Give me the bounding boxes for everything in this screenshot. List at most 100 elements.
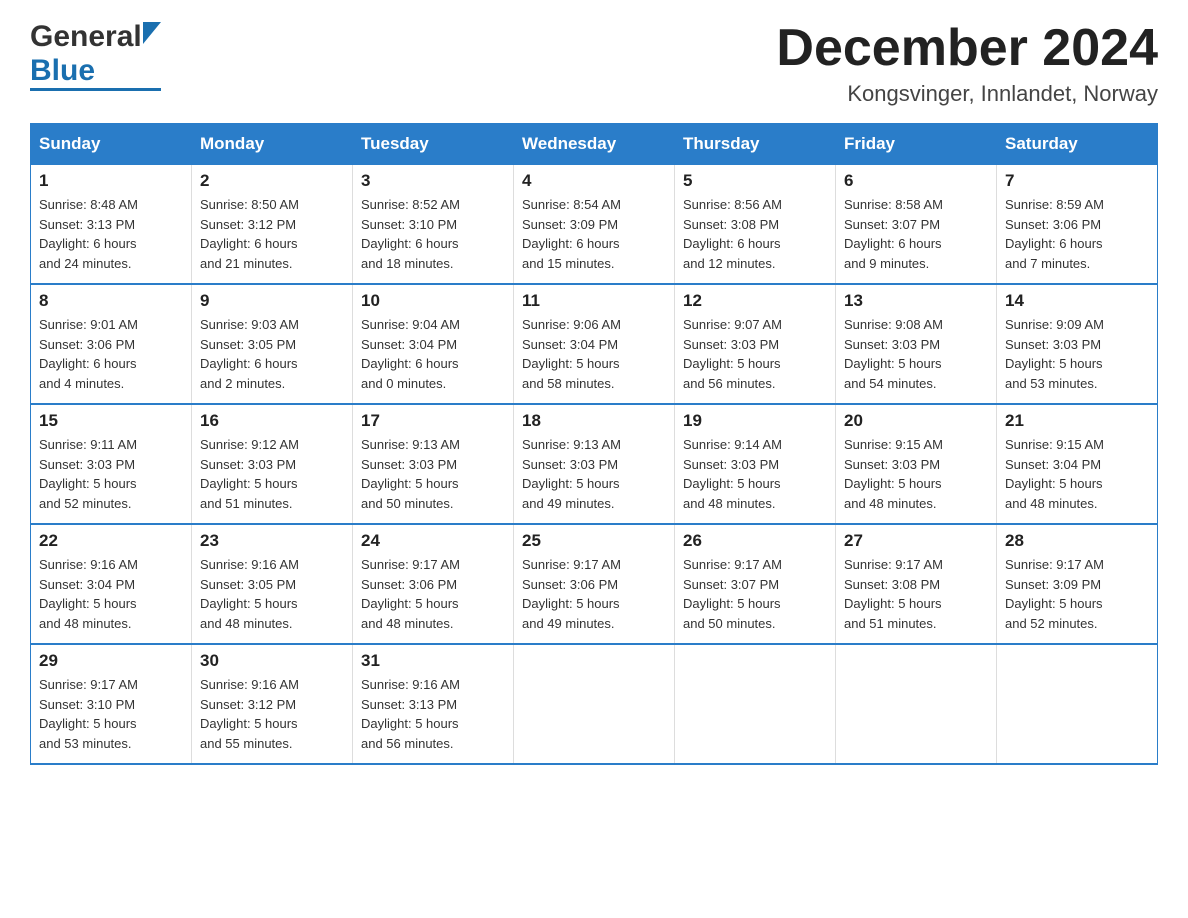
calendar-cell: 10 Sunrise: 9:04 AM Sunset: 3:04 PM Dayli…: [353, 284, 514, 404]
day-number: 4: [522, 171, 666, 191]
day-number: 30: [200, 651, 344, 671]
calendar-week-row: 15 Sunrise: 9:11 AM Sunset: 3:03 PM Dayli…: [31, 404, 1158, 524]
day-number: 21: [1005, 411, 1149, 431]
day-number: 24: [361, 531, 505, 551]
col-header-wednesday: Wednesday: [514, 124, 675, 165]
day-number: 17: [361, 411, 505, 431]
logo-underline: [30, 88, 161, 91]
calendar-cell: 17 Sunrise: 9:13 AM Sunset: 3:03 PM Dayli…: [353, 404, 514, 524]
day-info: Sunrise: 9:09 AM Sunset: 3:03 PM Dayligh…: [1005, 315, 1149, 393]
col-header-friday: Friday: [836, 124, 997, 165]
calendar-week-row: 8 Sunrise: 9:01 AM Sunset: 3:06 PM Daylig…: [31, 284, 1158, 404]
day-info: Sunrise: 9:15 AM Sunset: 3:04 PM Dayligh…: [1005, 435, 1149, 513]
day-info: Sunrise: 8:58 AM Sunset: 3:07 PM Dayligh…: [844, 195, 988, 273]
logo-triangle-icon: [143, 22, 161, 44]
day-info: Sunrise: 9:17 AM Sunset: 3:06 PM Dayligh…: [361, 555, 505, 633]
logo: General Blue: [30, 20, 161, 91]
day-number: 18: [522, 411, 666, 431]
calendar-header-row: SundayMondayTuesdayWednesdayThursdayFrid…: [31, 124, 1158, 165]
calendar-cell: 21 Sunrise: 9:15 AM Sunset: 3:04 PM Dayli…: [997, 404, 1158, 524]
calendar-cell: 19Sunrise: 9:14 AM Sunset: 3:03 PM Dayli…: [675, 404, 836, 524]
day-number: 26: [683, 531, 827, 551]
calendar-cell: 26 Sunrise: 9:17 AM Sunset: 3:07 PM Dayli…: [675, 524, 836, 644]
calendar-week-row: 29 Sunrise: 9:17 AM Sunset: 3:10 PM Dayli…: [31, 644, 1158, 764]
day-number: 29: [39, 651, 183, 671]
day-number: 28: [1005, 531, 1149, 551]
calendar-cell: [675, 644, 836, 764]
month-title: December 2024: [776, 20, 1158, 77]
calendar-week-row: 22 Sunrise: 9:16 AM Sunset: 3:04 PM Dayli…: [31, 524, 1158, 644]
day-info: Sunrise: 9:16 AM Sunset: 3:04 PM Dayligh…: [39, 555, 183, 633]
calendar-cell: 28 Sunrise: 9:17 AM Sunset: 3:09 PM Dayli…: [997, 524, 1158, 644]
day-number: 16: [200, 411, 344, 431]
day-number: 8: [39, 291, 183, 311]
calendar-cell: 11 Sunrise: 9:06 AM Sunset: 3:04 PM Dayli…: [514, 284, 675, 404]
calendar-cell: 31 Sunrise: 9:16 AM Sunset: 3:13 PM Dayli…: [353, 644, 514, 764]
day-number: 9: [200, 291, 344, 311]
day-number: 15: [39, 411, 183, 431]
calendar-cell: 5 Sunrise: 8:56 AM Sunset: 3:08 PM Daylig…: [675, 165, 836, 285]
day-info: Sunrise: 8:52 AM Sunset: 3:10 PM Dayligh…: [361, 195, 505, 273]
day-info: Sunrise: 9:16 AM Sunset: 3:05 PM Dayligh…: [200, 555, 344, 633]
day-info: Sunrise: 9:17 AM Sunset: 3:09 PM Dayligh…: [1005, 555, 1149, 633]
day-number: 11: [522, 291, 666, 311]
calendar-cell: 25Sunrise: 9:17 AM Sunset: 3:06 PM Dayli…: [514, 524, 675, 644]
day-info: Sunrise: 9:17 AM Sunset: 3:08 PM Dayligh…: [844, 555, 988, 633]
location-text: Kongsvinger, Innlandet, Norway: [776, 81, 1158, 107]
day-info: Sunrise: 9:12 AM Sunset: 3:03 PM Dayligh…: [200, 435, 344, 513]
day-info: Sunrise: 9:07 AM Sunset: 3:03 PM Dayligh…: [683, 315, 827, 393]
calendar-cell: 27 Sunrise: 9:17 AM Sunset: 3:08 PM Dayli…: [836, 524, 997, 644]
title-section: December 2024 Kongsvinger, Innlandet, No…: [776, 20, 1158, 107]
day-info: Sunrise: 9:04 AM Sunset: 3:04 PM Dayligh…: [361, 315, 505, 393]
day-info: Sunrise: 8:56 AM Sunset: 3:08 PM Dayligh…: [683, 195, 827, 273]
col-header-monday: Monday: [192, 124, 353, 165]
day-number: 14: [1005, 291, 1149, 311]
day-number: 6: [844, 171, 988, 191]
day-info: Sunrise: 9:13 AM Sunset: 3:03 PM Dayligh…: [361, 435, 505, 513]
col-header-saturday: Saturday: [997, 124, 1158, 165]
calendar-week-row: 1Sunrise: 8:48 AM Sunset: 3:13 PM Daylig…: [31, 165, 1158, 285]
day-number: 10: [361, 291, 505, 311]
logo-blue-text: Blue: [30, 54, 95, 88]
calendar-cell: [514, 644, 675, 764]
day-number: 22: [39, 531, 183, 551]
calendar-cell: 12Sunrise: 9:07 AM Sunset: 3:03 PM Dayli…: [675, 284, 836, 404]
calendar-cell: 18 Sunrise: 9:13 AM Sunset: 3:03 PM Dayli…: [514, 404, 675, 524]
calendar-cell: 13 Sunrise: 9:08 AM Sunset: 3:03 PM Dayli…: [836, 284, 997, 404]
day-info: Sunrise: 9:16 AM Sunset: 3:12 PM Dayligh…: [200, 675, 344, 753]
day-info: Sunrise: 9:08 AM Sunset: 3:03 PM Dayligh…: [844, 315, 988, 393]
day-info: Sunrise: 9:14 AM Sunset: 3:03 PM Dayligh…: [683, 435, 827, 513]
day-number: 3: [361, 171, 505, 191]
day-number: 20: [844, 411, 988, 431]
day-number: 2: [200, 171, 344, 191]
day-info: Sunrise: 9:01 AM Sunset: 3:06 PM Dayligh…: [39, 315, 183, 393]
day-info: Sunrise: 8:54 AM Sunset: 3:09 PM Dayligh…: [522, 195, 666, 273]
calendar-cell: 6 Sunrise: 8:58 AM Sunset: 3:07 PM Daylig…: [836, 165, 997, 285]
calendar-table: SundayMondayTuesdayWednesdayThursdayFrid…: [30, 123, 1158, 765]
calendar-cell: [997, 644, 1158, 764]
calendar-cell: 3 Sunrise: 8:52 AM Sunset: 3:10 PM Daylig…: [353, 165, 514, 285]
col-header-thursday: Thursday: [675, 124, 836, 165]
day-info: Sunrise: 9:17 AM Sunset: 3:07 PM Dayligh…: [683, 555, 827, 633]
calendar-cell: 16 Sunrise: 9:12 AM Sunset: 3:03 PM Dayli…: [192, 404, 353, 524]
day-info: Sunrise: 9:13 AM Sunset: 3:03 PM Dayligh…: [522, 435, 666, 513]
day-number: 13: [844, 291, 988, 311]
col-header-tuesday: Tuesday: [353, 124, 514, 165]
day-number: 7: [1005, 171, 1149, 191]
day-info: Sunrise: 9:03 AM Sunset: 3:05 PM Dayligh…: [200, 315, 344, 393]
calendar-cell: 23 Sunrise: 9:16 AM Sunset: 3:05 PM Dayli…: [192, 524, 353, 644]
day-number: 23: [200, 531, 344, 551]
calendar-cell: 8 Sunrise: 9:01 AM Sunset: 3:06 PM Daylig…: [31, 284, 192, 404]
day-number: 5: [683, 171, 827, 191]
col-header-sunday: Sunday: [31, 124, 192, 165]
day-info: Sunrise: 9:17 AM Sunset: 3:10 PM Dayligh…: [39, 675, 183, 753]
calendar-cell: 2Sunrise: 8:50 AM Sunset: 3:12 PM Daylig…: [192, 165, 353, 285]
day-info: Sunrise: 9:16 AM Sunset: 3:13 PM Dayligh…: [361, 675, 505, 753]
page-header: General Blue December 2024 Kongsvinger, …: [30, 20, 1158, 107]
day-info: Sunrise: 9:11 AM Sunset: 3:03 PM Dayligh…: [39, 435, 183, 513]
calendar-cell: 22 Sunrise: 9:16 AM Sunset: 3:04 PM Dayli…: [31, 524, 192, 644]
day-info: Sunrise: 9:06 AM Sunset: 3:04 PM Dayligh…: [522, 315, 666, 393]
calendar-cell: [836, 644, 997, 764]
day-number: 31: [361, 651, 505, 671]
day-number: 27: [844, 531, 988, 551]
